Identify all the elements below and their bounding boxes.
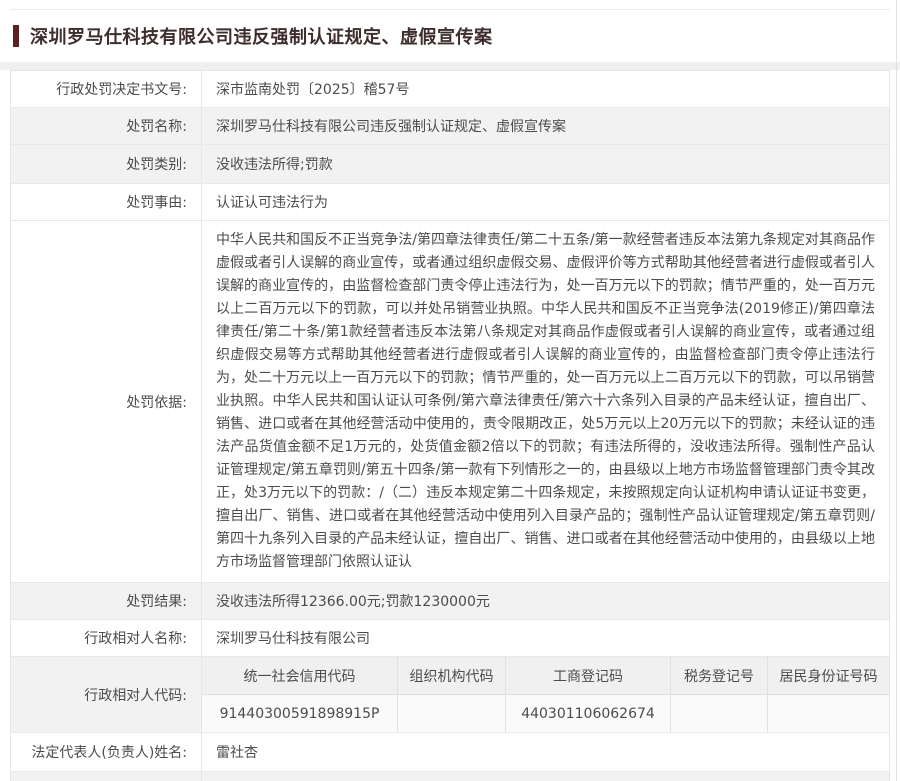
table-row-penalty-result: 处罚结果: 没收违法所得12366.00元;罚款1230000元 (11, 583, 889, 620)
row-value: 没收违法所得12366.00元;罚款1230000元 (201, 583, 889, 619)
code-header-org-code: 组织机构代码 (397, 657, 505, 695)
row-label: 处罚结果: (11, 583, 201, 619)
party-codes-subtable: 统一社会信用代码 组织机构代码 工商登记码 税务登记号 居民身份证号码 9144… (201, 657, 889, 732)
section-separator (0, 62, 900, 70)
code-header-credit-code: 统一社会信用代码 (202, 657, 397, 695)
penalty-detail-table: 行政处罚决定书文号: 深市监南处罚〔2025〕稽57号 处罚名称: 深圳罗马仕科… (10, 70, 890, 781)
code-value-id-number (767, 695, 889, 732)
row-value: 深圳罗马仕科技有限公司 (201, 620, 889, 656)
table-row-penalty-category: 处罚类别: 没收违法所得;罚款 (11, 145, 889, 184)
code-header-tax-reg: 税务登记号 (670, 657, 767, 695)
page-title: 深圳罗马仕科技有限公司违反强制认证规定、虚假宣传案 (30, 23, 493, 49)
title-accent-bar (13, 25, 19, 47)
row-label: 行政相对人代码: (11, 657, 201, 732)
row-label: 处罚决定日期: (11, 772, 201, 781)
table-row-penalty-name: 处罚名称: 深圳罗马仕科技有限公司违反强制认证规定、虚假宣传案 (11, 108, 889, 145)
row-label: 行政处罚决定书文号: (11, 71, 201, 107)
row-label: 处罚名称: (11, 108, 201, 144)
code-value-tax-reg (670, 695, 767, 732)
page-edge-line (896, 0, 897, 781)
code-value-org-code (397, 695, 505, 732)
row-label: 处罚依据: (11, 221, 201, 582)
page-header: 深圳罗马仕科技有限公司违反强制认证规定、虚假宣传案 (10, 9, 890, 62)
table-row-penalty-reason: 处罚事由: 认证认可违法行为 (11, 184, 889, 221)
row-value: 雷社杏 (201, 733, 889, 771)
code-header-id-number: 居民身份证号码 (767, 657, 889, 695)
code-value-credit-code: 91440300591898915P (202, 695, 397, 732)
row-value: 认证认可违法行为 (201, 184, 889, 220)
table-row-party-name: 行政相对人名称: 深圳罗马仕科技有限公司 (11, 620, 889, 657)
row-value: 深圳罗马仕科技有限公司违反强制认证规定、虚假宣传案 (201, 108, 889, 144)
row-label: 处罚事由: (11, 184, 201, 220)
row-label: 法定代表人(负责人)姓名: (11, 733, 201, 771)
table-row-legal-representative: 法定代表人(负责人)姓名: 雷社杏 (11, 733, 889, 772)
code-header-business-reg: 工商登记码 (505, 657, 670, 695)
row-value: 没收违法所得;罚款 (201, 145, 889, 183)
code-value-business-reg: 440301106062674 (505, 695, 670, 732)
row-label: 处罚类别: (11, 145, 201, 183)
table-row-decision-date: 处罚决定日期: 2025-12-11 (11, 772, 889, 781)
row-value: 中华人民共和国反不正当竞争法/第四章法律责任/第二十五条/第一款经营者违反本法第… (201, 221, 889, 582)
table-row-document-number: 行政处罚决定书文号: 深市监南处罚〔2025〕稽57号 (11, 71, 889, 108)
row-value: 深市监南处罚〔2025〕稽57号 (201, 71, 889, 107)
table-row-penalty-basis: 处罚依据: 中华人民共和国反不正当竞争法/第四章法律责任/第二十五条/第一款经营… (11, 221, 889, 583)
row-value: 2025-12-11 (201, 772, 889, 781)
party-codes-grid: 统一社会信用代码 组织机构代码 工商登记码 税务登记号 居民身份证号码 9144… (202, 657, 889, 732)
table-row-party-codes: 行政相对人代码: 统一社会信用代码 组织机构代码 工商登记码 税务登记号 居民身… (11, 657, 889, 733)
row-label: 行政相对人名称: (11, 620, 201, 656)
